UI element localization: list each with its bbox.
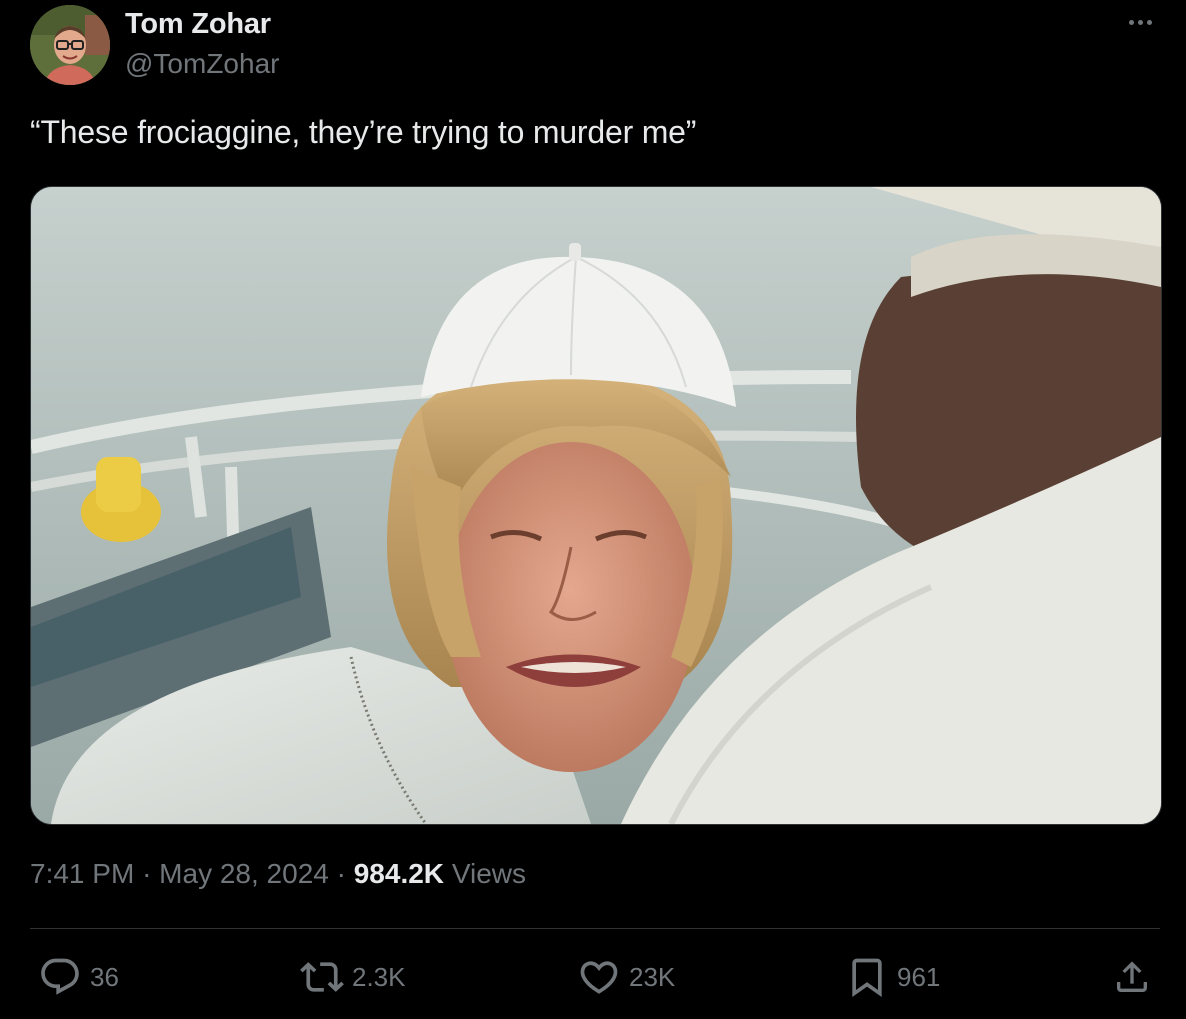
like-count: 23K [629,961,676,992]
bookmark-icon [845,955,889,999]
repost-button[interactable]: 2.3K [300,955,406,999]
tweet-media-image[interactable] [30,186,1162,825]
like-button[interactable]: 23K [577,955,675,999]
share-button[interactable] [1112,955,1152,999]
tweet-text: “These frociaggine, they’re trying to mu… [30,114,697,150]
author-avatar[interactable] [30,5,110,85]
bookmark-button[interactable]: 961 [845,955,940,999]
share-icon [1112,955,1152,999]
bookmark-count: 961 [897,961,941,992]
tweet-meta: 7:41 PM · May 28, 2024 · 984.2K Views [30,858,526,890]
meta-separator: · [336,858,346,889]
author-handle[interactable]: @TomZohar [125,48,279,80]
more-options-button[interactable] [1120,10,1160,34]
views-label: Views [451,858,526,889]
reply-icon [38,955,82,999]
repost-icon [300,955,344,999]
tweet-date[interactable]: May 28, 2024 [159,858,329,889]
tweet-card: Tom Zohar @TomZohar “These frociaggine, … [0,0,1186,1019]
reply-count: 36 [90,961,119,992]
divider [30,928,1160,929]
tweet-time[interactable]: 7:41 PM [30,858,134,889]
repost-count: 2.3K [352,961,406,992]
heart-icon [577,955,621,999]
meta-separator: · [142,858,152,889]
more-horizontal-icon [1128,19,1134,25]
views-count: 984.2K [353,858,445,889]
reply-button[interactable]: 36 [38,955,119,999]
author-name[interactable]: Tom Zohar [125,8,271,41]
